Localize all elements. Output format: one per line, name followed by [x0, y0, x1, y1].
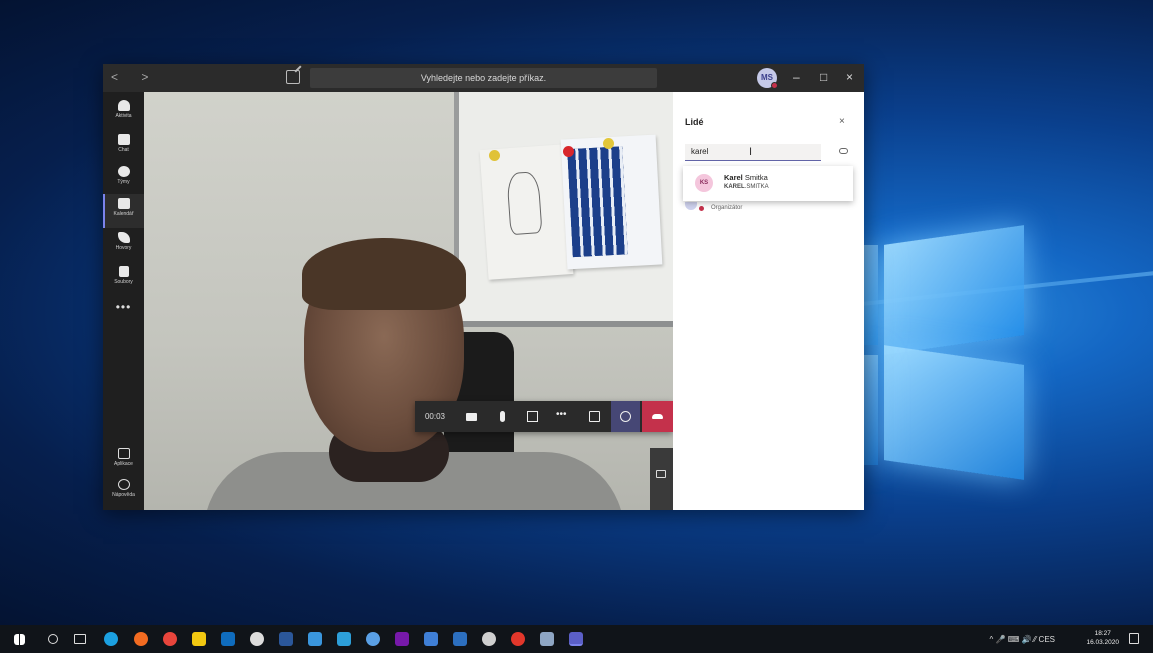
- device-icon: [656, 470, 666, 478]
- link-icon[interactable]: [839, 148, 848, 154]
- compose-icon[interactable]: [286, 70, 300, 84]
- outlook-icon[interactable]: [221, 632, 235, 646]
- suggestion-name: Karel Smitka: [724, 173, 768, 182]
- rail-item-teams[interactable]: Týmy: [103, 162, 144, 196]
- file-icon: [118, 266, 129, 277]
- rail-item-calls[interactable]: Hovory: [103, 228, 144, 262]
- chat-toggle-button[interactable]: [580, 401, 609, 432]
- calendar-icon: [117, 198, 130, 209]
- taskbar: ^ 🎤 ⌨ 🔊 ⁄⁄ CES 18:27 16.03.2020: [0, 625, 1153, 653]
- video-feed: 00:03 •••: [144, 92, 673, 510]
- share-screen-button[interactable]: [518, 401, 547, 432]
- people-suggestion[interactable]: KS Karel Smitka KAREL.SMITKA: [683, 166, 853, 201]
- panel-title: Lidé: [685, 117, 704, 127]
- windows-logo: [862, 205, 1032, 495]
- rail-item-help[interactable]: Nápověda: [103, 475, 144, 509]
- presence-dot: [699, 206, 704, 211]
- rail-item-apps[interactable]: Aplikace: [103, 444, 144, 478]
- app-icon[interactable]: [279, 632, 293, 646]
- app-icon[interactable]: [511, 632, 525, 646]
- search-input[interactable]: Vyhledejte nebo zadejte příkaz.: [310, 68, 657, 88]
- people-panel: Lidé × karel I Organizátor KS Karel Smit…: [673, 92, 864, 510]
- nav-arrows[interactable]: < >: [111, 70, 158, 84]
- share-icon: [527, 411, 538, 422]
- microphone-icon: [500, 411, 505, 422]
- app-icon[interactable]: [337, 632, 351, 646]
- desktop-wallpaper: < > Vyhledejte nebo zadejte příkaz. MS –…: [0, 0, 1153, 625]
- rail-item-chat[interactable]: Chat: [103, 130, 144, 164]
- maximize-button[interactable]: □: [820, 70, 827, 84]
- file-explorer-icon[interactable]: [192, 632, 206, 646]
- save-icon[interactable]: [424, 632, 438, 646]
- chat-icon: [117, 134, 130, 145]
- call-controls: 00:03 •••: [415, 401, 673, 432]
- chat-icon: [589, 411, 600, 422]
- hang-up-button[interactable]: [642, 401, 673, 432]
- wall-drawing: [479, 144, 574, 280]
- clock[interactable]: 18:27 16.03.2020: [1086, 629, 1119, 647]
- phone-icon: [117, 232, 130, 243]
- notification-icon[interactable]: [1129, 633, 1139, 644]
- app-icon[interactable]: [366, 632, 380, 646]
- task-view-icon[interactable]: [74, 634, 86, 644]
- start-button[interactable]: [14, 634, 25, 645]
- more-actions-button[interactable]: •••: [549, 401, 578, 432]
- left-rail: Aktivita Chat Týmy Kalendář Hovory Soubo…: [103, 92, 144, 510]
- system-tray[interactable]: ^ 🎤 ⌨ 🔊 ⁄⁄ CES: [990, 635, 1055, 644]
- apps-icon: [117, 448, 130, 459]
- panel-close-button[interactable]: ×: [839, 116, 845, 127]
- search-icon[interactable]: [48, 634, 58, 644]
- rail-item-files[interactable]: Soubory: [103, 262, 144, 296]
- avatar: KS: [695, 174, 713, 192]
- teams-taskbar-icon[interactable]: [569, 632, 583, 646]
- call-timer: 00:03: [424, 412, 446, 421]
- mic-toggle-button[interactable]: [488, 401, 517, 432]
- avatar[interactable]: MS: [757, 68, 778, 89]
- bell-icon: [117, 100, 130, 111]
- organizer-label: Organizátor: [711, 205, 743, 211]
- close-button[interactable]: ×: [846, 70, 853, 84]
- teams-icon: [117, 166, 130, 177]
- chrome-icon[interactable]: [163, 632, 177, 646]
- text-cursor: I: [749, 146, 753, 158]
- edge-icon[interactable]: [104, 632, 118, 646]
- organizer-avatar: [685, 202, 697, 210]
- app-icon[interactable]: [540, 632, 554, 646]
- rail-item-calendar[interactable]: Kalendář: [103, 194, 144, 228]
- onenote-icon[interactable]: [395, 632, 409, 646]
- rail-item-activity[interactable]: Aktivita: [103, 96, 144, 130]
- minimize-button[interactable]: –: [793, 70, 800, 84]
- suggestion-username: KAREL.SMITKA: [724, 184, 769, 190]
- app-icon[interactable]: [482, 632, 496, 646]
- more-icon: •••: [556, 409, 567, 420]
- network-icon[interactable]: [308, 632, 322, 646]
- title-bar: < > Vyhledejte nebo zadejte příkaz. MS –…: [103, 64, 864, 92]
- app-icon[interactable]: [250, 632, 264, 646]
- camera-toggle-button[interactable]: [457, 401, 486, 432]
- invite-search-input[interactable]: karel: [685, 144, 821, 161]
- presence-dot: [771, 82, 778, 89]
- wall-chart-paper: [560, 134, 663, 270]
- help-icon: [117, 479, 130, 490]
- hang-up-icon: [652, 414, 663, 419]
- teams-window: < > Vyhledejte nebo zadejte příkaz. MS –…: [103, 64, 864, 510]
- firefox-icon[interactable]: [134, 632, 148, 646]
- camera-icon: [466, 413, 477, 421]
- participants-button[interactable]: [611, 401, 640, 432]
- mail-icon[interactable]: [453, 632, 467, 646]
- people-icon: [620, 411, 631, 422]
- more-apps-button[interactable]: •••: [103, 300, 144, 314]
- device-settings-button[interactable]: [650, 448, 673, 510]
